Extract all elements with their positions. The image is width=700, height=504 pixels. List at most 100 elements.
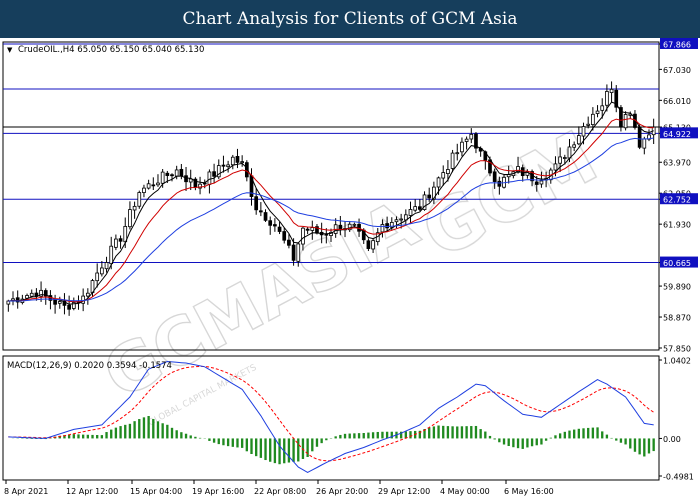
candle-body bbox=[273, 224, 277, 227]
trading-chart: GCMASIA GLOBAL CAPITAL MARKETS GCM 67.86… bbox=[2, 38, 698, 496]
macd-tick-label: -0.4981 bbox=[663, 473, 694, 482]
candle-body bbox=[67, 304, 71, 310]
time-tick-label: 29 Apr 12:00 bbox=[378, 487, 430, 496]
price-label: 67.030 bbox=[663, 66, 691, 75]
time-axis: 8 Apr 2021 12 Apr 12:00 15 Apr 04:00 19 Apr… bbox=[4, 480, 554, 496]
candle bbox=[118, 235, 123, 249]
candle-body bbox=[352, 223, 357, 226]
candle bbox=[62, 293, 67, 315]
price-label: 64.922 bbox=[663, 130, 691, 139]
time-tick-label: 22 Apr 08:00 bbox=[254, 487, 306, 496]
candle-body bbox=[609, 88, 614, 93]
candle-body bbox=[450, 152, 455, 169]
candle bbox=[226, 160, 230, 173]
candle-body bbox=[553, 163, 558, 171]
candle-body bbox=[57, 301, 62, 304]
candle bbox=[142, 184, 146, 198]
candle-body bbox=[230, 156, 235, 166]
candle bbox=[53, 294, 57, 314]
candle-body bbox=[184, 175, 188, 183]
candle-body bbox=[118, 238, 123, 242]
candle bbox=[67, 295, 71, 316]
candle-body bbox=[212, 171, 216, 177]
candle bbox=[235, 148, 240, 169]
candle bbox=[282, 227, 287, 244]
candle-body bbox=[170, 174, 174, 177]
candle-body bbox=[254, 196, 259, 211]
macd-signal-line bbox=[8, 365, 654, 462]
candle-body bbox=[81, 295, 86, 304]
candle bbox=[455, 143, 460, 161]
candle-body bbox=[146, 183, 151, 189]
candle-body bbox=[371, 240, 375, 250]
candle bbox=[273, 218, 277, 232]
candle bbox=[137, 190, 142, 209]
candle bbox=[647, 129, 651, 142]
chart-frame: GCMASIA GLOBAL CAPITAL MARKETS GCM 67.86… bbox=[0, 38, 700, 500]
candle bbox=[609, 81, 614, 103]
chart-banner: Chart Analysis for Clients of GCM Asia bbox=[0, 0, 700, 38]
price-label: 57.850 bbox=[663, 345, 691, 354]
candle bbox=[212, 163, 216, 184]
banner-title: Chart Analysis for Clients of GCM Asia bbox=[182, 9, 518, 29]
time-tick-label: 19 Apr 16:00 bbox=[192, 487, 244, 496]
candle bbox=[240, 155, 245, 167]
candle-body bbox=[221, 164, 226, 167]
price-label: 63.970 bbox=[663, 159, 691, 168]
price-label: 62.752 bbox=[663, 196, 691, 205]
candle-body bbox=[464, 138, 469, 142]
candle-body bbox=[558, 156, 562, 164]
price-label: 66.010 bbox=[663, 97, 691, 106]
candle bbox=[469, 128, 474, 144]
candle-body bbox=[539, 180, 544, 185]
time-tick-label: 4 May 00:00 bbox=[440, 487, 490, 496]
candle-body bbox=[259, 210, 263, 213]
symbol-info: ▼ CrudeOIL.,H4 65.050 65.150 65.040 65.1… bbox=[7, 45, 204, 55]
candle bbox=[48, 290, 53, 310]
candle-body bbox=[324, 233, 329, 236]
candle-body bbox=[305, 228, 310, 231]
time-tick-label: 12 Apr 12:00 bbox=[66, 487, 118, 496]
candle-body bbox=[492, 171, 497, 182]
candle-body bbox=[455, 152, 460, 155]
macd-indicator bbox=[8, 360, 655, 473]
candle-body bbox=[591, 113, 595, 126]
candle bbox=[268, 216, 273, 235]
candle-body bbox=[642, 138, 647, 149]
candle-body bbox=[497, 180, 502, 187]
candle-body bbox=[207, 171, 212, 185]
candle-body bbox=[520, 167, 525, 176]
candle-body bbox=[109, 245, 114, 265]
candle-body bbox=[380, 224, 385, 233]
candle-body bbox=[85, 292, 90, 297]
candle-body bbox=[586, 123, 591, 126]
candle-body bbox=[600, 105, 605, 111]
candle-body bbox=[572, 144, 577, 148]
candle bbox=[623, 111, 628, 131]
candle bbox=[474, 132, 478, 154]
candle-body bbox=[394, 219, 399, 223]
candle bbox=[460, 137, 464, 157]
candle bbox=[595, 105, 600, 118]
macd-label: MACD(12,26,9) 0.2020 0.3594 -0.1574 bbox=[7, 361, 172, 371]
candle-body bbox=[114, 238, 118, 248]
candle-body bbox=[235, 156, 240, 163]
candle-body bbox=[338, 224, 343, 230]
candle bbox=[230, 154, 235, 170]
candle-body bbox=[623, 114, 628, 129]
candle-body bbox=[287, 239, 291, 246]
candle bbox=[156, 174, 160, 187]
arrow-icon: ▼ bbox=[7, 46, 13, 54]
candle-body bbox=[29, 292, 34, 297]
candle-body bbox=[413, 206, 418, 211]
candle-body bbox=[427, 194, 432, 199]
candle-body bbox=[151, 184, 156, 187]
candle bbox=[207, 169, 212, 194]
candle bbox=[221, 155, 226, 173]
candle bbox=[464, 136, 469, 150]
candle-body bbox=[366, 240, 371, 249]
candle-body bbox=[282, 231, 287, 241]
candle bbox=[198, 176, 202, 195]
candle-body bbox=[268, 220, 273, 226]
candle-body bbox=[399, 218, 403, 221]
